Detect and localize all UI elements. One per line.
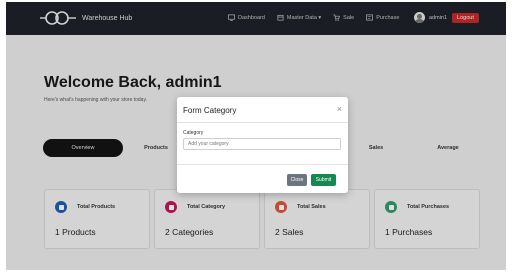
divider — [177, 164, 348, 165]
divider — [177, 122, 348, 123]
category-modal: Form Category × Category Close Submit — [177, 97, 348, 193]
app-window: Warehouse Hub Dashboard Master Data ▾ Sa… — [6, 2, 506, 270]
category-input[interactable] — [183, 138, 341, 150]
modal-title: Form Category — [183, 106, 237, 115]
close-icon[interactable]: × — [337, 105, 342, 114]
submit-button[interactable]: Submit — [311, 174, 336, 186]
close-button[interactable]: Close — [287, 174, 307, 186]
category-label: Category — [183, 130, 204, 136]
